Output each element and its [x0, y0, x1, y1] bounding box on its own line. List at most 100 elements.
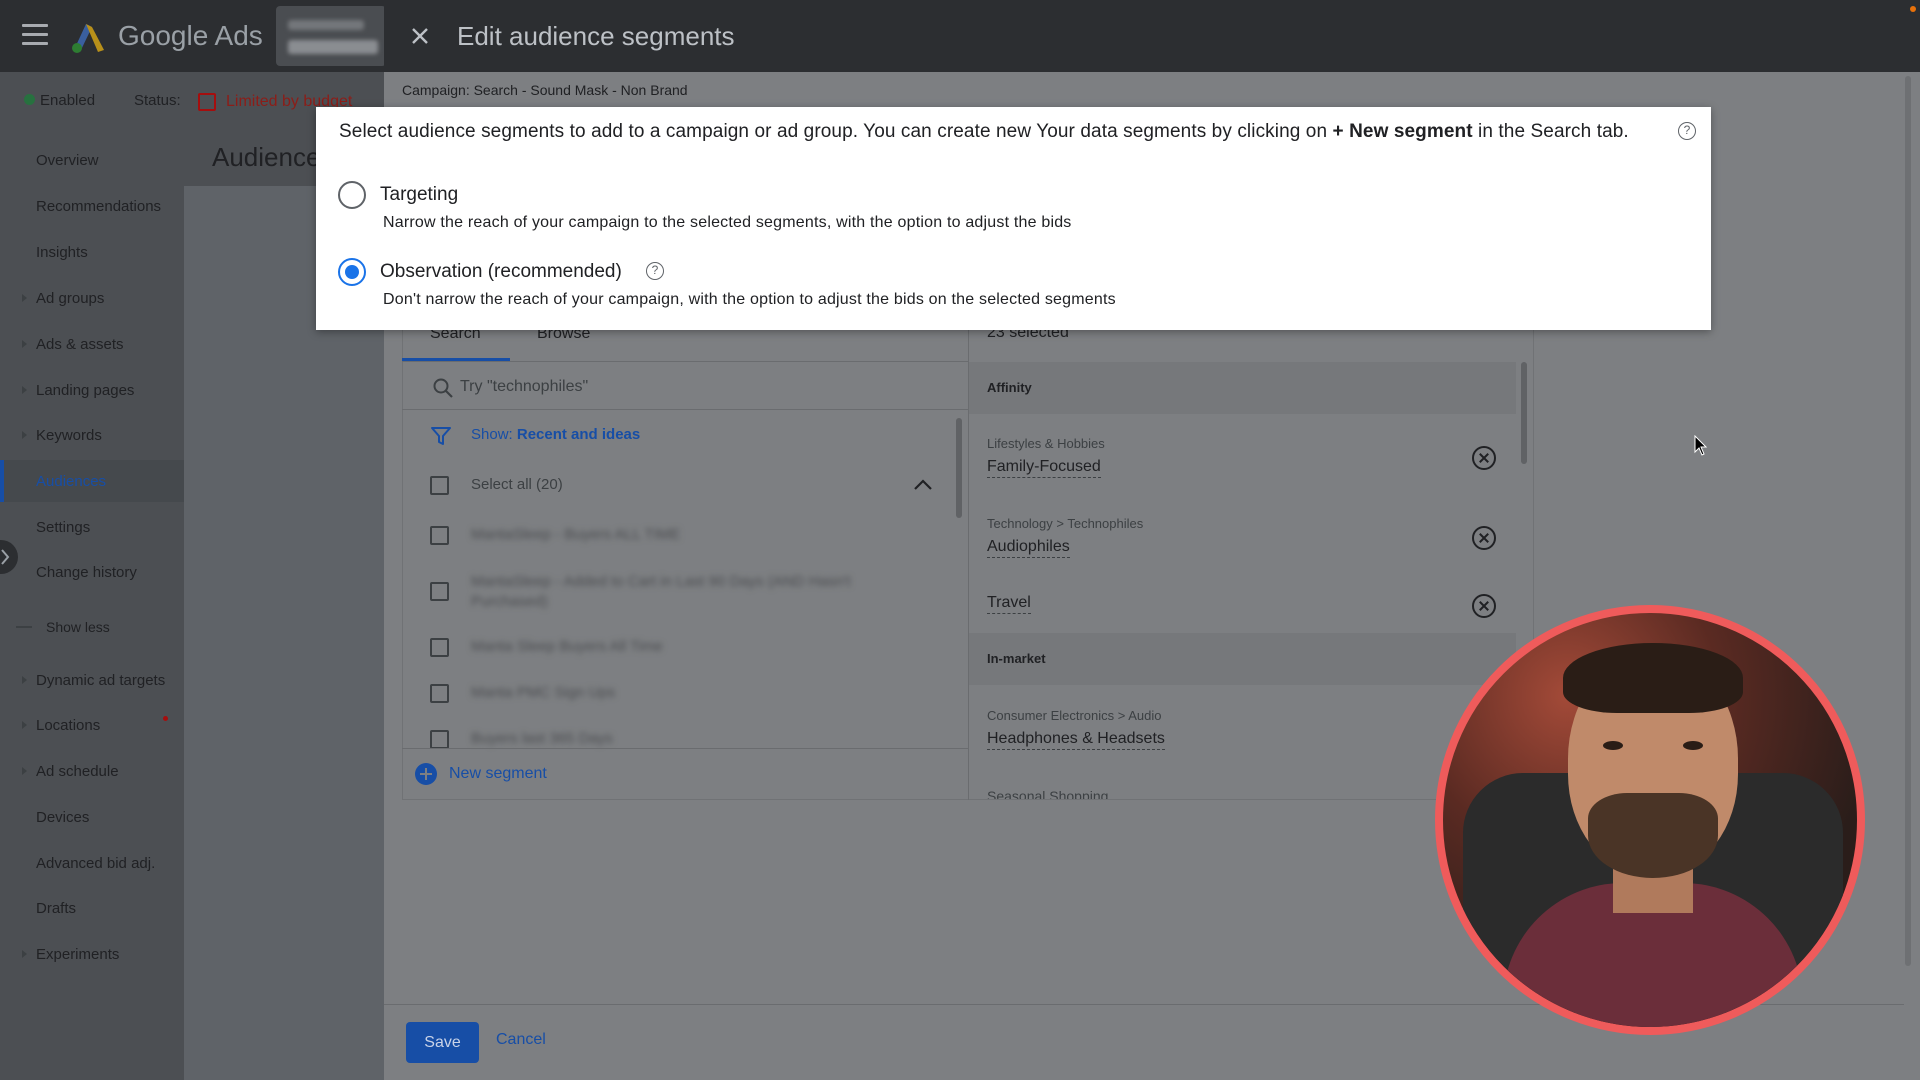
- remove-segment-icon[interactable]: [1472, 594, 1496, 618]
- save-button[interactable]: Save: [406, 1022, 479, 1063]
- help-icon[interactable]: ?: [1678, 122, 1696, 140]
- remove-segment-icon[interactable]: [1472, 526, 1496, 550]
- enabled-status-icon: [24, 94, 35, 105]
- section-header-affinity: Affinity: [969, 362, 1516, 414]
- select-all-label: Select all (20): [471, 476, 563, 493]
- caret-right-icon: [22, 386, 27, 394]
- dialog-description-suffix: in the Search tab.: [1472, 121, 1629, 142]
- section-header-in-market: In-market: [969, 633, 1516, 685]
- account-selector[interactable]: [276, 6, 386, 66]
- new-segment-reference: + New segment: [1332, 121, 1473, 142]
- sidebar-item-keywords[interactable]: Keywords: [36, 427, 102, 444]
- show-filter[interactable]: Show: Recent and ideas: [471, 426, 640, 443]
- close-icon[interactable]: [406, 22, 434, 50]
- segment-row-label: MantaSleep - Buyers ALL TIME: [471, 526, 681, 543]
- google-ads-logo-icon: [72, 24, 104, 53]
- targeting-option-title[interactable]: Targeting: [380, 184, 458, 206]
- segment-name[interactable]: Headphones & Headsets: [987, 730, 1165, 750]
- caret-right-icon: [22, 721, 27, 729]
- mouse-cursor-icon: [1694, 435, 1708, 456]
- sidebar-item-landing-pages[interactable]: Landing pages: [36, 382, 134, 399]
- targeting-radio[interactable]: [338, 181, 366, 209]
- chevron-right-icon: [1, 549, 10, 565]
- section-header-label: In-market: [987, 651, 1046, 666]
- status-label: Status:: [134, 92, 181, 109]
- sidebar-item-ad-groups[interactable]: Ad groups: [36, 290, 104, 307]
- dialog-description: Select audience segments to add to a cam…: [339, 121, 1629, 143]
- sidebar-active-indicator: [0, 460, 4, 502]
- caret-right-icon: [22, 676, 27, 684]
- app-logo-text: Google Ads: [118, 20, 263, 51]
- panel-scrollbar[interactable]: [1905, 76, 1911, 966]
- sidebar-item-experiments[interactable]: Experiments: [36, 946, 119, 963]
- limited-budget-icon: [198, 93, 216, 111]
- segment-path: Technology > Technophiles: [987, 516, 1144, 531]
- caret-right-icon: [22, 431, 27, 439]
- alert-dot-icon: [163, 716, 168, 721]
- caret-right-icon: [22, 340, 27, 348]
- help-icon[interactable]: ?: [646, 262, 664, 280]
- segment-row-label: Buyers last 365 Days: [471, 730, 613, 747]
- filter-icon[interactable]: [430, 425, 452, 447]
- show-filter-label: Show:: [471, 426, 517, 443]
- selected-list-scrollbar[interactable]: [1521, 362, 1527, 464]
- caret-right-icon: [22, 950, 27, 958]
- sidebar-item-audiences[interactable]: Audiences: [36, 473, 106, 490]
- observation-option-title[interactable]: Observation (recommended): [380, 261, 622, 283]
- sidebar-item-devices[interactable]: Devices: [36, 809, 89, 826]
- sidebar-item-dynamic-ad-targets[interactable]: Dynamic ad targets: [36, 672, 165, 689]
- segment-checkbox[interactable]: [430, 684, 449, 703]
- status-enabled[interactable]: Enabled: [40, 92, 95, 109]
- sidebar-item-overview[interactable]: Overview: [36, 152, 99, 169]
- segment-checkbox[interactable]: [430, 582, 449, 601]
- observation-option-subtitle: Don't narrow the reach of your campaign,…: [383, 291, 1116, 308]
- show-filter-value: Recent and ideas: [516, 426, 641, 443]
- segment-name[interactable]: Audiophiles: [987, 538, 1070, 558]
- sidebar-item-change-history[interactable]: Change history: [36, 564, 137, 581]
- cancel-button[interactable]: Cancel: [496, 1031, 546, 1049]
- segment-checkbox[interactable]: [430, 638, 449, 657]
- campaign-name: Campaign: Search - Sound Mask - Non Bran…: [402, 82, 688, 98]
- dialog-description-text: Select audience segments to add to a cam…: [339, 121, 1333, 142]
- segment-checkbox[interactable]: [430, 526, 449, 545]
- menu-icon[interactable]: [22, 24, 48, 46]
- section-header-label: Affinity: [987, 380, 1032, 395]
- segment-list-scrollbar[interactable]: [956, 418, 962, 518]
- sidebar-item-drafts[interactable]: Drafts: [36, 900, 76, 917]
- divider: [402, 748, 968, 749]
- segment-name[interactable]: Travel: [987, 594, 1031, 614]
- search-icon: [433, 378, 453, 398]
- add-circle-icon[interactable]: [415, 763, 437, 785]
- sidebar-item-insights[interactable]: Insights: [36, 244, 88, 261]
- sidebar: [0, 128, 184, 1080]
- select-all-checkbox[interactable]: [430, 476, 449, 495]
- chevron-up-icon[interactable]: [912, 478, 934, 492]
- selected-segments-list: Affinity Lifestyles & Hobbies Family-Foc…: [969, 362, 1516, 799]
- sidebar-item-ad-schedule[interactable]: Ad schedule: [36, 763, 119, 780]
- segment-name[interactable]: Family-Focused: [987, 458, 1101, 478]
- sidebar-item-recommendations[interactable]: Recommendations: [36, 198, 161, 215]
- caret-right-icon: [22, 767, 27, 775]
- panel-title: Edit audience segments: [457, 21, 735, 51]
- segment-row-label: Manta PMC Sign Ups: [471, 684, 616, 701]
- segment-path: Lifestyles & Hobbies: [987, 436, 1105, 451]
- sidebar-item-ads-assets[interactable]: Ads & assets: [36, 336, 124, 353]
- minus-icon: [16, 626, 32, 628]
- page-title: Audience: [212, 142, 321, 172]
- segment-checkbox[interactable]: [430, 730, 449, 749]
- observation-radio[interactable]: [338, 258, 366, 286]
- sidebar-item-advanced-bid-adj[interactable]: Advanced bid adj.: [36, 855, 155, 872]
- caret-right-icon: [22, 294, 27, 302]
- remove-segment-icon[interactable]: [1472, 446, 1496, 470]
- segment-path: Consumer Electronics > Audio: [987, 708, 1162, 723]
- segment-path: Seasonal Shopping: [987, 788, 1109, 799]
- sidebar-item-settings[interactable]: Settings: [36, 519, 90, 536]
- targeting-option-subtitle: Narrow the reach of your campaign to the…: [383, 214, 1072, 231]
- new-segment-button[interactable]: New segment: [449, 765, 547, 783]
- segment-row-label: Manta Sleep Buyers All Time: [471, 638, 663, 655]
- sidebar-show-less[interactable]: Show less: [46, 619, 110, 635]
- segment-search-input[interactable]: [460, 374, 940, 400]
- presenter-webcam: [1435, 605, 1865, 1035]
- notification-dot-icon: [1910, 6, 1916, 12]
- sidebar-item-locations[interactable]: Locations: [36, 717, 100, 734]
